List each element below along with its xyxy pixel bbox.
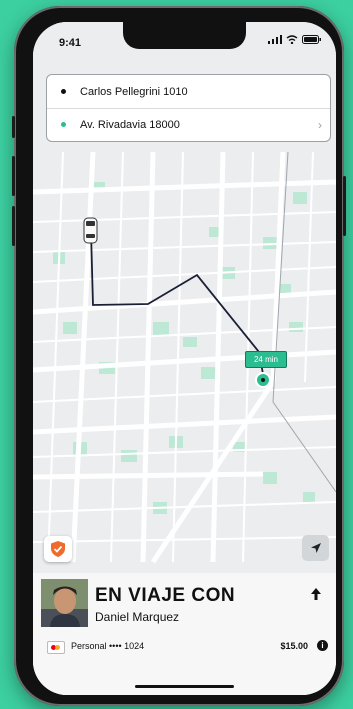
mute-switch xyxy=(12,116,15,138)
driver-name: Daniel Marquez xyxy=(95,610,180,624)
mastercard-icon xyxy=(47,641,65,654)
trip-panel: EN VIAJE CON Daniel Marquez Personal •••… xyxy=(33,573,336,695)
arrow-up-icon[interactable] xyxy=(310,587,322,601)
volume-down-button xyxy=(12,206,15,246)
wifi-icon xyxy=(286,35,298,44)
destination-dot-icon xyxy=(61,122,66,127)
destination-address: Av. Rivadavia 18000 xyxy=(80,118,180,131)
origin-address: Carlos Pellegrini 1010 xyxy=(80,85,188,98)
home-indicator[interactable] xyxy=(135,685,234,688)
origin-row[interactable]: Carlos Pellegrini 1010 xyxy=(47,75,330,109)
shield-check-icon xyxy=(51,541,65,557)
origin-dot-icon xyxy=(61,89,66,94)
payment-row[interactable]: Personal •••• 1024 $15.00 i xyxy=(47,640,328,655)
safety-button[interactable] xyxy=(44,536,72,562)
notch xyxy=(123,22,246,49)
locate-me-button[interactable] xyxy=(302,535,329,561)
status-icons xyxy=(268,35,322,44)
phone-screen: 24 min 9:41 Carlos Pellegrini 1010 Av. R… xyxy=(33,22,336,695)
destination-row[interactable]: Av. Rivadavia 18000 › xyxy=(47,108,330,141)
battery-icon xyxy=(302,35,321,44)
trip-price: $15.00 xyxy=(280,641,308,651)
car-icon xyxy=(83,217,98,244)
driver-avatar xyxy=(41,579,88,627)
trip-status-title: EN VIAJE CON xyxy=(95,585,236,606)
signal-icon xyxy=(268,35,282,44)
volume-up-button xyxy=(12,156,15,196)
info-icon[interactable]: i xyxy=(317,640,328,651)
chevron-right-icon[interactable]: › xyxy=(318,118,322,132)
route-card: Carlos Pellegrini 1010 Av. Rivadavia 180… xyxy=(46,74,331,142)
destination-pin-icon xyxy=(257,374,269,386)
payment-method: Personal •••• 1024 xyxy=(71,641,145,651)
status-time: 9:41 xyxy=(59,37,82,49)
power-button xyxy=(343,176,346,236)
navigation-arrow-icon xyxy=(310,543,321,553)
eta-badge: 24 min xyxy=(245,351,287,368)
